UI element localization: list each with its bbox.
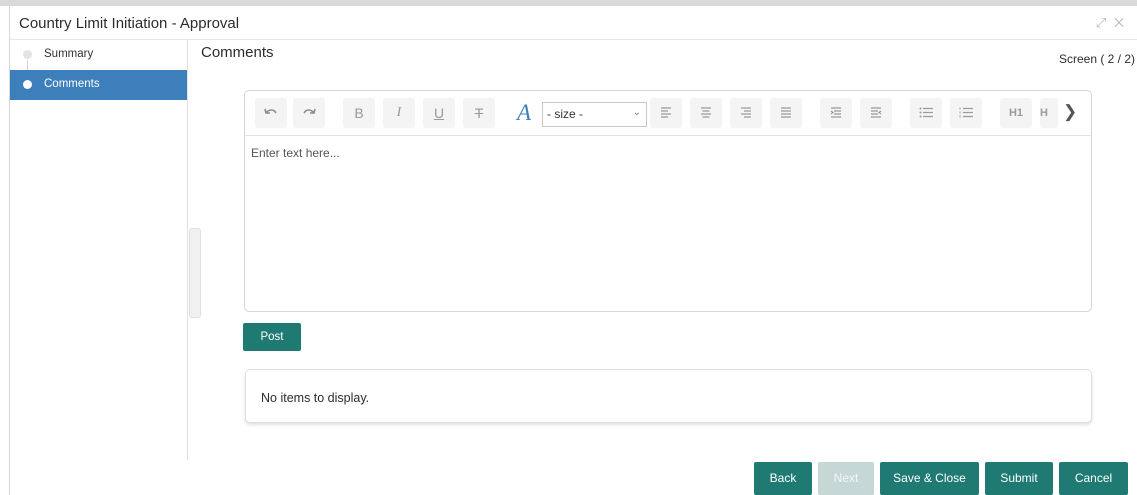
- font-size-select[interactable]: - size - ⌄: [542, 102, 647, 127]
- italic-button[interactable]: I: [383, 98, 415, 128]
- toolbar-scroll-right-icon[interactable]: ❯: [1063, 102, 1077, 122]
- empty-list-message: No items to display.: [261, 391, 370, 405]
- strikethrough-button[interactable]: T: [463, 98, 495, 128]
- save-close-button[interactable]: Save & Close: [880, 462, 979, 495]
- align-justify-icon[interactable]: [770, 98, 802, 128]
- dialog-window: Country Limit Initiation - Approval ⤢✕ S…: [9, 6, 1137, 495]
- comment-editor-input[interactable]: Enter text here...: [251, 146, 340, 160]
- submit-button[interactable]: Submit: [985, 462, 1053, 495]
- post-button[interactable]: Post: [243, 323, 301, 351]
- align-right-icon[interactable]: [730, 98, 762, 128]
- heading1-button[interactable]: H1: [1000, 98, 1032, 128]
- screen-indicator: Screen ( 2 / 2): [1058, 52, 1135, 66]
- underline-button[interactable]: U: [423, 98, 455, 128]
- back-button[interactable]: Back: [754, 462, 812, 495]
- sidebar-item-label: Summary: [44, 48, 94, 60]
- expand-icon[interactable]: ⤢: [1096, 15, 1114, 30]
- comments-list: No items to display.: [245, 369, 1092, 423]
- heading2-button[interactable]: H: [1040, 98, 1058, 128]
- undo-icon[interactable]: [255, 98, 287, 128]
- indent-icon[interactable]: [860, 98, 892, 128]
- bullet-list-icon[interactable]: [910, 98, 942, 128]
- next-button[interactable]: Next: [818, 462, 874, 495]
- font-color-button[interactable]: A: [509, 98, 539, 128]
- page-title: Comments: [201, 44, 274, 61]
- sidebar-item-comments[interactable]: Comments: [10, 70, 187, 100]
- step-indicator-icon: [23, 50, 32, 59]
- sidebar-collapse-handle[interactable]: [189, 228, 201, 318]
- editor-toolbar: B I U T A - size - ⌄ H1 H ❯: [245, 91, 1091, 136]
- font-size-value: - size -: [547, 107, 583, 121]
- outdent-icon[interactable]: [820, 98, 852, 128]
- window-controls: ⤢✕: [1096, 15, 1132, 31]
- rich-text-editor: B I U T A - size - ⌄ H1 H ❯ Enter text h…: [244, 90, 1092, 312]
- cancel-button[interactable]: Cancel: [1059, 462, 1128, 495]
- align-center-icon[interactable]: [690, 98, 722, 128]
- numbered-list-icon[interactable]: [950, 98, 982, 128]
- redo-icon[interactable]: [293, 98, 325, 128]
- bold-button[interactable]: B: [343, 98, 375, 128]
- titlebar: Country Limit Initiation - Approval ⤢✕: [10, 6, 1137, 40]
- sidebar-item-summary[interactable]: Summary: [10, 40, 187, 70]
- window-title: Country Limit Initiation - Approval: [19, 15, 240, 32]
- close-icon[interactable]: ✕: [1114, 15, 1132, 30]
- step-sidebar: Summary Comments: [10, 40, 188, 460]
- sidebar-item-label: Comments: [44, 78, 100, 90]
- chevron-down-icon: ⌄: [632, 107, 641, 118]
- step-indicator-icon: [23, 80, 32, 89]
- align-left-icon[interactable]: [650, 98, 682, 128]
